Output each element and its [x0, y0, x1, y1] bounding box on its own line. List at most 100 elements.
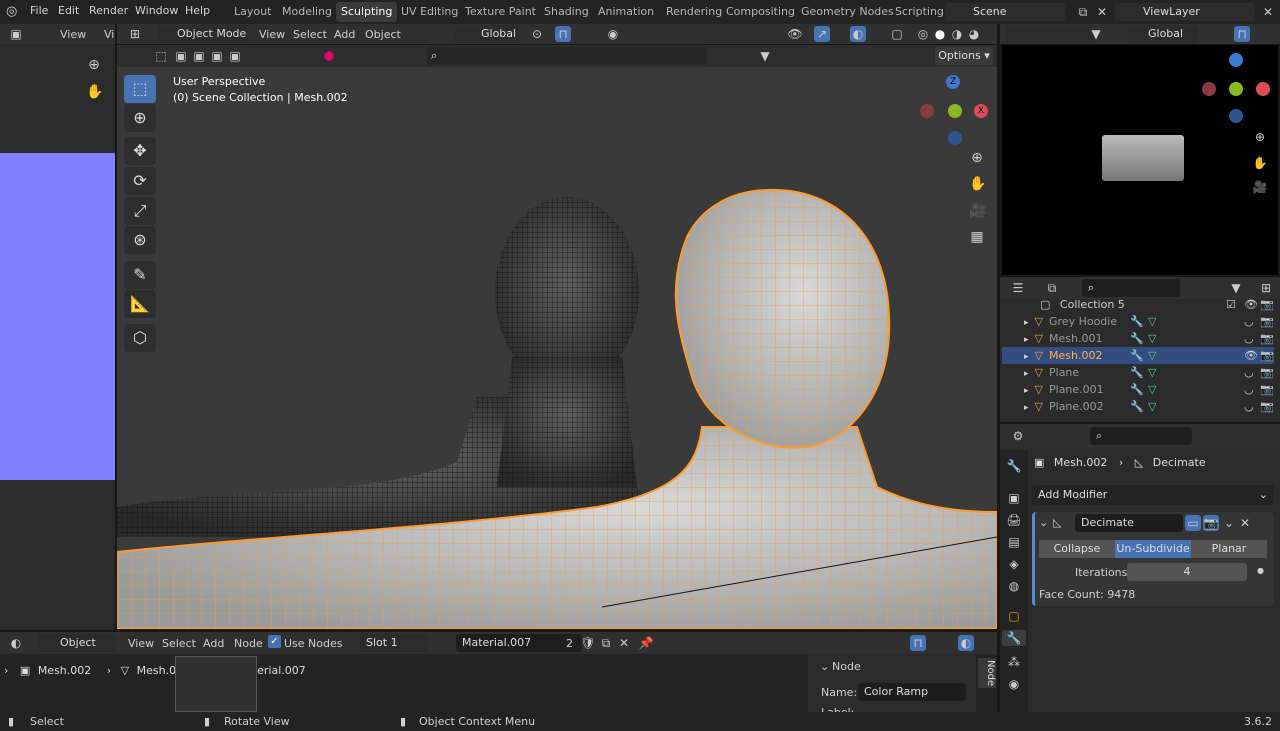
node-canvas[interactable]: › ▣ Mesh.002 › ▽ Mesh.005 › ◉ Material.0…	[0, 654, 997, 719]
mesh-data-icon[interactable]: ▽	[1148, 330, 1156, 347]
editor-type-icon[interactable]: ▣	[8, 26, 24, 42]
workspace-tab-modeling[interactable]: Modeling	[277, 2, 337, 22]
node-node-menu[interactable]: Node	[234, 637, 263, 650]
cursor-tool[interactable]: ⊕	[124, 104, 156, 132]
outliner-item[interactable]: ▸ ▽ Plane.002 🔧 ▽ ◡ 📷	[1002, 398, 1274, 415]
viewport-view-menu[interactable]: View	[259, 28, 285, 41]
navigation-gizmo[interactable]: Z X	[917, 73, 988, 145]
mode-selector[interactable]: Object Mode	[157, 25, 247, 43]
menu-edit[interactable]: Edit	[58, 4, 79, 17]
visibility-eye-icon[interactable]: 👁	[1244, 347, 1258, 364]
select-extend-icon[interactable]: ▣	[173, 48, 189, 64]
left-view-menu[interactable]: View	[60, 28, 86, 41]
viewport-pan-icon[interactable]: ✋	[969, 176, 986, 192]
use-nodes-checkbox[interactable]: ✓	[268, 635, 281, 648]
workspace-tab-shading[interactable]: Shading	[539, 2, 594, 22]
expand-arrow-icon[interactable]: ▸	[1024, 318, 1029, 328]
measure-tool[interactable]: 📐	[124, 290, 156, 318]
material-shading-icon[interactable]: ◑	[949, 26, 965, 42]
fake-user-icon[interactable]: 🛡	[580, 635, 596, 651]
gizmo-neg-x-axis[interactable]	[920, 104, 934, 118]
mesh-data-icon[interactable]: ▽	[1148, 347, 1156, 364]
mesh-data-icon[interactable]: ▽	[1148, 381, 1156, 398]
properties-search[interactable]: ⌕	[1090, 427, 1192, 445]
render-camera-icon[interactable]: 📷	[1260, 330, 1274, 347]
delete-view-layer-icon[interactable]: ✕	[1260, 4, 1276, 20]
visibility-icon[interactable]: 👁	[787, 26, 803, 42]
preview-gizmo-neg-z[interactable]	[1229, 109, 1243, 123]
physics-tab-icon[interactable]: ◉	[1006, 676, 1022, 692]
render-camera-icon[interactable]: 📷	[1260, 381, 1274, 398]
modifier-wrench-icon[interactable]: 🔧	[1130, 347, 1144, 364]
node-view-menu[interactable]: View	[128, 637, 154, 650]
right-display-field[interactable]	[1006, 25, 1096, 43]
select-intersect-icon[interactable]: ▣	[227, 48, 243, 64]
workspace-tab-animation[interactable]: Animation	[593, 2, 659, 22]
expand-arrow-icon[interactable]: ▸	[1024, 335, 1029, 345]
workspace-tab-sculpting[interactable]: Sculpting	[336, 2, 398, 22]
view-layer-selector[interactable]: ViewLayer	[1115, 3, 1255, 21]
remove-modifier-icon[interactable]: ✕	[1237, 515, 1253, 531]
expand-arrow-icon[interactable]: ▸	[1024, 403, 1029, 413]
workspace-tab-compositing[interactable]: Compositing	[721, 2, 800, 22]
modifier-tab-icon[interactable]: 🔧	[1002, 630, 1026, 646]
modifier-wrench-icon[interactable]: 🔧	[1130, 364, 1144, 381]
node-panel-chevron-icon[interactable]: ⌄	[820, 660, 829, 673]
wireframe-shading-icon[interactable]: ◎	[915, 26, 931, 42]
preview-pan-icon[interactable]: ✋	[1252, 155, 1268, 171]
gizmo-z-axis[interactable]: Z	[946, 75, 960, 89]
add-modifier-dropdown[interactable]: Add Modifier ⌄	[1032, 485, 1274, 505]
modifier-menu-icon[interactable]: ⌄	[1221, 515, 1237, 531]
expand-arrow-icon[interactable]: ▸	[1024, 369, 1029, 379]
modifier-wrench-icon[interactable]: 🔧	[1130, 330, 1144, 347]
node-object-selector[interactable]: Object	[38, 634, 116, 652]
mesh-data-icon[interactable]: ▽	[1148, 313, 1156, 330]
preview-gizmo-neg-x[interactable]	[1202, 82, 1216, 96]
right-snap-icon[interactable]: ⊓	[1234, 26, 1250, 42]
pan-hand-icon[interactable]: ✋	[86, 84, 103, 100]
overlay-toggle-icon[interactable]: ◐	[850, 26, 866, 42]
options-button[interactable]: Options ▾	[935, 47, 993, 65]
duplicate-material-icon[interactable]: ⧉	[598, 635, 614, 651]
select-box-mode-icon[interactable]: ⬚	[153, 48, 169, 64]
pin-icon[interactable]: 📌	[638, 635, 654, 651]
node-snap-icon[interactable]: ⊓	[910, 635, 926, 651]
slot-selector[interactable]: Slot 1	[360, 634, 428, 652]
zoom-icon[interactable]: ⊕	[86, 57, 102, 73]
principled-bsdf-node[interactable]	[175, 656, 257, 712]
scene-tab-icon[interactable]: ◈	[1006, 556, 1022, 572]
move-tool[interactable]: ✥	[124, 137, 156, 165]
copy-scene-icon[interactable]: ⧉	[1075, 4, 1091, 20]
collection-render-icon[interactable]: 📷	[1260, 296, 1274, 313]
workspace-tab-uv-editing[interactable]: UV Editing	[396, 2, 463, 22]
render-camera-icon[interactable]: 📷	[1260, 398, 1274, 415]
preview-zoom-icon[interactable]: ⊕	[1252, 129, 1268, 145]
right-orientation[interactable]: Global	[1128, 25, 1198, 43]
modifier-wrench-icon[interactable]: 🔧	[1130, 398, 1144, 415]
node-overlay-icon[interactable]: ◐	[958, 635, 974, 651]
gizmo-x-axis[interactable]: X	[974, 104, 988, 118]
right-filter-icon[interactable]: ▼	[1088, 26, 1104, 42]
node-sidebar-tab[interactable]: Node	[978, 658, 996, 688]
select-subtract-icon[interactable]: ▣	[191, 48, 207, 64]
new-collection-icon[interactable]: ⊞	[1258, 280, 1274, 296]
viewport-object-menu[interactable]: Object	[365, 28, 401, 41]
outliner-item[interactable]: ▸ ▽ Plane 🔧 ▽ ◡ 📷	[1002, 364, 1274, 381]
iterations-field[interactable]: 4	[1127, 563, 1247, 581]
visibility-eye-icon[interactable]: ◡	[1244, 313, 1254, 330]
outliner-search[interactable]: ⌕	[1082, 279, 1180, 297]
workspace-tab-texture-paint[interactable]: Texture Paint	[460, 2, 541, 22]
3d-viewport[interactable]: User Perspective (0) Scene Collection | …	[117, 67, 997, 629]
viewport-zoom-icon[interactable]: ⊕	[969, 150, 985, 166]
preview-gizmo-y[interactable]	[1229, 82, 1243, 96]
show-in-viewport-icon[interactable]: ▭	[1185, 515, 1201, 531]
object-tab-icon[interactable]: ▢	[1006, 608, 1022, 624]
camera-view-icon[interactable]: 🎥	[969, 203, 986, 219]
rotate-tool[interactable]: ⟳	[124, 167, 156, 195]
properties-type-icon[interactable]: ⚙	[1010, 428, 1026, 444]
transform-orientation[interactable]: Global	[455, 25, 520, 43]
node-name-field[interactable]: Color Ramp	[858, 683, 966, 701]
modifier-wrench-icon[interactable]: 🔧	[1130, 313, 1144, 330]
preview-gizmo-x[interactable]	[1256, 82, 1270, 96]
viewport-editor-type-icon[interactable]: ⊞	[127, 26, 143, 42]
